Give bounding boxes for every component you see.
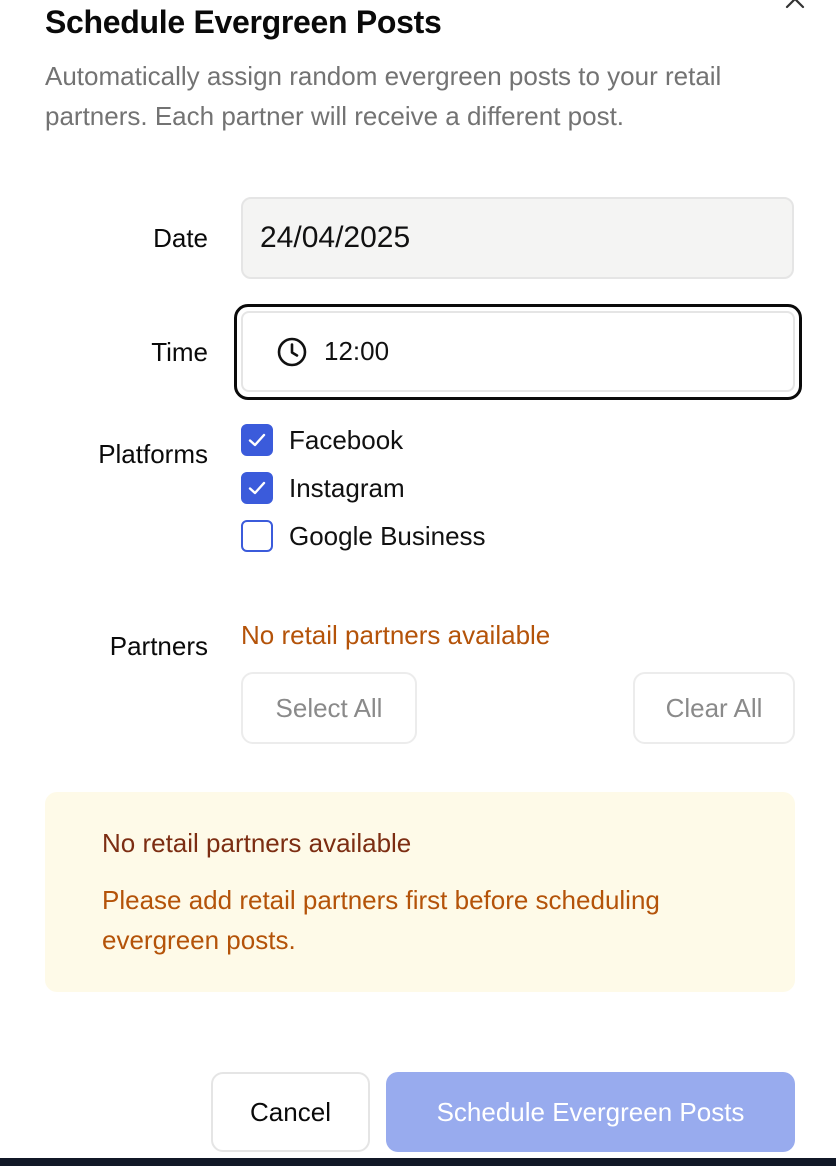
close-button[interactable] bbox=[780, 0, 810, 18]
time-input[interactable]: 12:00 bbox=[241, 311, 795, 392]
platforms-label: Platforms bbox=[98, 439, 208, 469]
no-partners-alert: No retail partners available Please add … bbox=[45, 792, 795, 992]
date-label: Date bbox=[153, 223, 208, 253]
cancel-button[interactable]: Cancel bbox=[211, 1072, 370, 1152]
dialog-description: Automatically assign random evergreen po… bbox=[45, 61, 722, 131]
facebook-checkbox[interactable] bbox=[241, 424, 273, 456]
date-value: 24/04/2025 bbox=[260, 221, 411, 254]
platform-option-google-business[interactable]: Google Business bbox=[241, 520, 486, 552]
check-icon bbox=[248, 433, 266, 447]
check-icon bbox=[248, 481, 266, 495]
select-all-button[interactable]: Select All bbox=[241, 672, 417, 744]
close-icon bbox=[784, 0, 806, 20]
clock-icon bbox=[276, 336, 308, 368]
platform-option-instagram[interactable]: Instagram bbox=[241, 472, 405, 504]
alert-title: No retail partners available bbox=[102, 828, 412, 858]
bottom-edge-bar bbox=[0, 1158, 836, 1166]
schedule-evergreen-posts-button[interactable]: Schedule Evergreen Posts bbox=[386, 1072, 795, 1152]
time-label: Time bbox=[151, 337, 208, 367]
instagram-label: Instagram bbox=[289, 472, 405, 503]
date-input[interactable]: 24/04/2025 bbox=[241, 197, 794, 279]
platform-option-facebook[interactable]: Facebook bbox=[241, 424, 403, 456]
dialog-title: Schedule Evergreen Posts bbox=[45, 4, 442, 40]
partners-empty-message: No retail partners available bbox=[241, 620, 551, 650]
facebook-label: Facebook bbox=[289, 424, 404, 455]
alert-body: Please add retail partners first before … bbox=[102, 885, 660, 955]
google-business-checkbox[interactable] bbox=[241, 520, 273, 552]
clear-all-button[interactable]: Clear All bbox=[633, 672, 795, 744]
instagram-checkbox[interactable] bbox=[241, 472, 273, 504]
google-business-label: Google Business bbox=[289, 520, 486, 551]
time-value: 12:00 bbox=[324, 336, 390, 366]
partners-label: Partners bbox=[109, 631, 208, 661]
schedule-dialog: Schedule Evergreen Posts Automatically a… bbox=[0, 0, 836, 1158]
